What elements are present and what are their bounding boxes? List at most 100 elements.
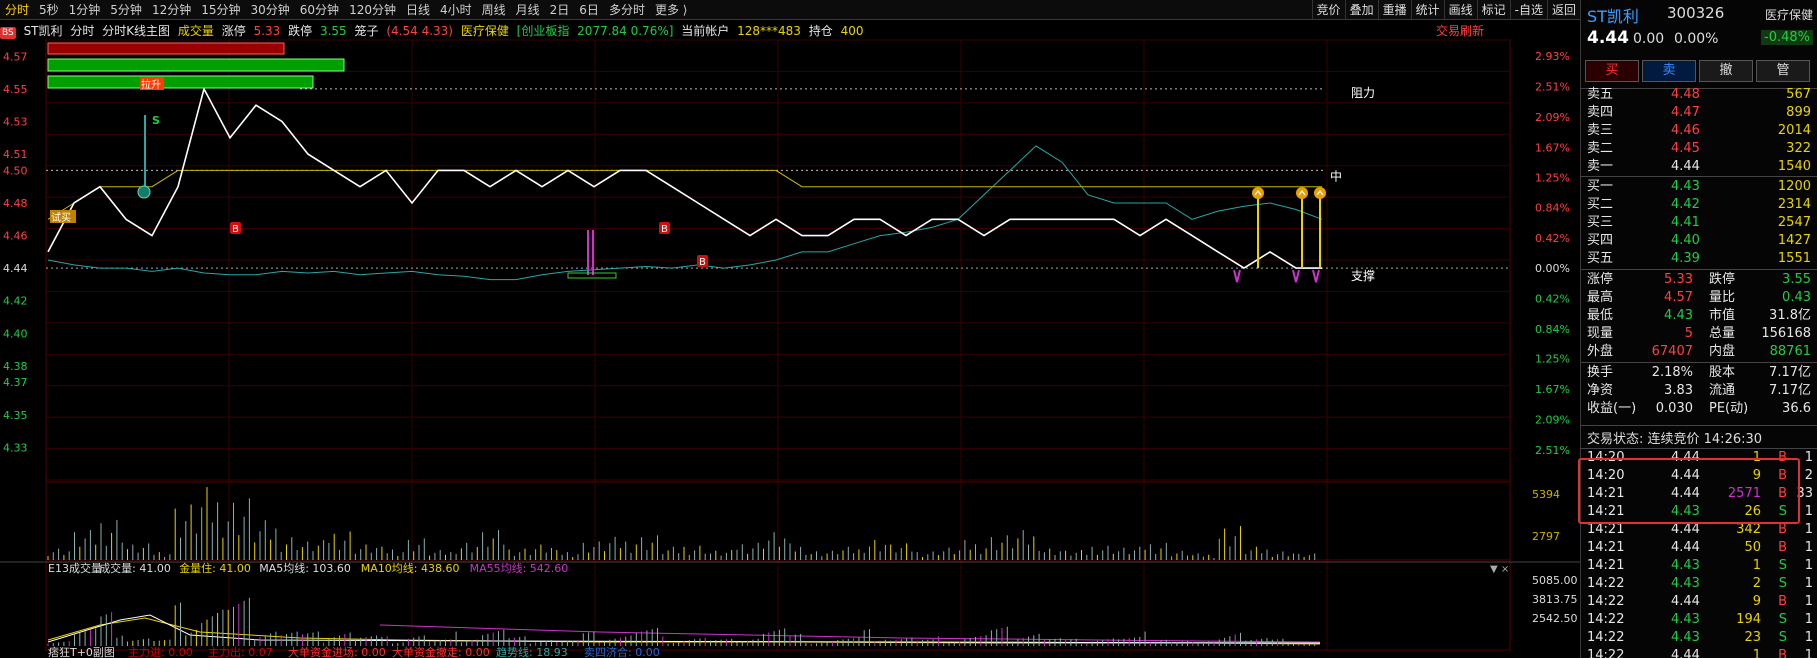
- trade-button-1[interactable]: 卖: [1642, 60, 1696, 82]
- bid-row-4[interactable]: 买五 4.39 1551: [1587, 249, 1813, 269]
- bid-row-3[interactable]: 买四 4.40 1427: [1587, 231, 1813, 251]
- period-tab-8[interactable]: 120分钟: [344, 0, 401, 20]
- tick-cell: S: [1778, 612, 1787, 627]
- tool-button-1[interactable]: 叠加: [1344, 0, 1378, 20]
- tick-cell: 4.43: [1671, 576, 1700, 591]
- stat-cell: 3.83: [1664, 383, 1693, 398]
- book-label: 卖三: [1587, 123, 1614, 138]
- ask-row-2[interactable]: 卖三 4.46 2014: [1587, 121, 1813, 141]
- yellow-marker-cap-1: [1296, 187, 1308, 199]
- tool-button-2[interactable]: 重播: [1377, 0, 1411, 20]
- volume-tick-0: 5394: [1532, 488, 1560, 501]
- period-tab-2[interactable]: 1分钟: [64, 0, 106, 20]
- stat-cell: 量比: [1709, 290, 1736, 305]
- stock-code: 300326: [1667, 4, 1725, 22]
- price-tick-2: 4.53: [3, 115, 28, 128]
- pct-tick-up-5: 0.84%: [1535, 201, 1570, 214]
- stat-cell: 收益(一): [1587, 401, 1637, 416]
- toolbar: 分时 5秒 1分钟 5分钟 12分钟 15分钟 30分钟 60分钟 120分钟 日线 4小时 周线 月线…: [0, 0, 1580, 20]
- price-tick-0: 4.57: [3, 50, 28, 63]
- price-change: 0.00: [1633, 31, 1665, 47]
- period-tab-4[interactable]: 12分钟: [147, 0, 196, 20]
- tick-cell: 4.44: [1671, 594, 1700, 609]
- period-tab-13[interactable]: 2日: [545, 0, 575, 20]
- tick-row-10: 14:22 4.43 23 S 1: [1587, 629, 1813, 647]
- e13-label-5: MA55均线: 542.60: [470, 561, 569, 575]
- trade-button-2[interactable]: 撤: [1699, 60, 1753, 82]
- period-tab-1[interactable]: 5秒: [34, 0, 64, 20]
- stat2-row-0: 换手 2.18% 股本 7.17亿: [1587, 363, 1813, 383]
- volume-bar-green-1: [47, 58, 345, 72]
- book-label: 买四: [1587, 233, 1614, 248]
- e13-collapse-icon: ▼ ×: [1490, 564, 1509, 575]
- period-tab-12[interactable]: 月线: [511, 0, 545, 20]
- bottom-title: 痞狂T+0副图: [48, 646, 115, 658]
- book-price: 4.48: [1671, 87, 1700, 102]
- tool-button-0[interactable]: 竞价: [1311, 0, 1345, 20]
- tick-cell: 14:22: [1587, 612, 1625, 627]
- stat-cell: 4.57: [1664, 290, 1693, 305]
- book-volume: 1551: [1777, 251, 1811, 266]
- tick-row-9: 14:22 4.43 194 S 1: [1587, 611, 1813, 629]
- middle-label: 中: [1330, 168, 1342, 183]
- period-tab-6[interactable]: 30分钟: [246, 0, 295, 20]
- period-tab-5[interactable]: 15分钟: [196, 0, 245, 20]
- bid-row-2[interactable]: 买三 4.41 2547: [1587, 213, 1813, 233]
- ask-row-4[interactable]: 卖一 4.44 1540: [1587, 157, 1813, 177]
- volume-tick-1: 2797: [1532, 530, 1560, 543]
- stat-cell: 88761: [1769, 344, 1811, 359]
- stat-row-0: 涨停 5.33 跌停 3.55: [1587, 270, 1813, 290]
- tick-cell: S: [1778, 558, 1787, 573]
- trade-button-0[interactable]: 买: [1585, 60, 1639, 82]
- book-price: 4.44: [1671, 159, 1700, 174]
- b-marker-2: B: [699, 257, 706, 268]
- sector-name[interactable]: 医疗保健: [1765, 6, 1813, 23]
- period-tab-15[interactable]: 多分时: [604, 0, 650, 20]
- chart-area[interactable]: 4.57 4.55 4.53 4.51 4.50 4.48 4.46 4.44 4.42 4.40…: [0, 20, 1580, 658]
- stat-cell: 外盘: [1587, 344, 1614, 359]
- tool-button-4[interactable]: 画线: [1443, 0, 1477, 20]
- bid-row-1[interactable]: 买二 4.42 2314: [1587, 195, 1813, 215]
- period-tab-0[interactable]: 分时: [0, 0, 34, 20]
- tick-cell: 4.44: [1671, 648, 1700, 658]
- tool-button-7[interactable]: 返回: [1546, 0, 1580, 20]
- period-tab-16[interactable]: 更多 ⟩: [650, 0, 693, 20]
- period-tab-14[interactable]: 6日: [574, 0, 604, 20]
- price-change-pct: 0.00%: [1674, 31, 1719, 47]
- period-tab-7[interactable]: 60分钟: [295, 0, 344, 20]
- tool-button-6[interactable]: -自选: [1509, 0, 1547, 20]
- resistance-label: 阻力: [1351, 86, 1375, 100]
- bid-row-0[interactable]: 买一 4.43 1200: [1587, 177, 1813, 197]
- bottom-item-4: 趋势线: 18.93: [496, 645, 568, 658]
- ask-row-0[interactable]: 卖五 4.48 567: [1587, 85, 1813, 105]
- period-tab-11[interactable]: 周线: [477, 0, 511, 20]
- tick-cell: 14:21: [1587, 558, 1625, 573]
- stat2-row-1: 净资 3.83 流通 7.17亿: [1587, 381, 1813, 401]
- period-tab-10[interactable]: 4小时: [435, 0, 477, 20]
- ask-row-1[interactable]: 卖四 4.47 899: [1587, 103, 1813, 123]
- period-tab-3[interactable]: 5分钟: [105, 0, 147, 20]
- tick-row-6: 14:21 4.43 1 S 1: [1587, 557, 1813, 575]
- tool-button-3[interactable]: 统计: [1410, 0, 1444, 20]
- price-tick-11: 4.37: [3, 376, 28, 389]
- e13-label-2: 金量住: 41.00: [179, 561, 251, 575]
- tool-button-5[interactable]: 标记: [1476, 0, 1510, 20]
- stat-row-3: 现量 5 总量 156168: [1587, 324, 1813, 344]
- tick-cell: 1: [1752, 558, 1761, 573]
- bottom-item-1: 主力出: 0.07: [208, 645, 273, 658]
- stat-cell: 换手: [1587, 365, 1614, 380]
- period-tab-9[interactable]: 日线: [401, 0, 435, 20]
- pct-tick-up-2: 2.09%: [1535, 111, 1570, 124]
- purple-v-1: [1292, 269, 1300, 283]
- stat-cell: 0.030: [1655, 401, 1693, 416]
- book-price: 4.41: [1671, 215, 1700, 230]
- e13-label-4: MA10均线: 438.60: [361, 561, 460, 575]
- trade-button-3[interactable]: 管: [1756, 60, 1810, 82]
- s-marker: S: [152, 114, 160, 127]
- pct-tick-down-5: 2.51%: [1535, 444, 1570, 457]
- ask-row-3[interactable]: 卖二 4.45 322: [1587, 139, 1813, 159]
- price-tick-13: 4.33: [3, 441, 28, 454]
- tick-cell: 1: [1804, 648, 1813, 658]
- tick-cell: 1: [1804, 612, 1813, 627]
- price-tick-4: 4.50: [3, 164, 28, 177]
